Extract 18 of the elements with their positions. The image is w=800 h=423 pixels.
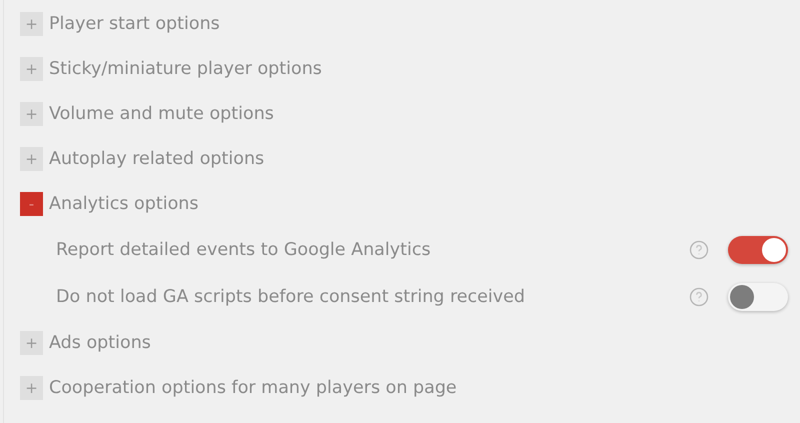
section-title: Ads options bbox=[49, 332, 151, 352]
section-title: Autoplay related options bbox=[49, 148, 264, 168]
expand-toggle[interactable]: + bbox=[20, 146, 43, 170]
toggle-switch[interactable] bbox=[728, 282, 788, 310]
section-title: Player start options bbox=[49, 14, 220, 34]
expand-toggle[interactable]: + bbox=[20, 12, 43, 36]
section-title: Cooperation options for many players on page bbox=[49, 378, 457, 398]
setting-label: Report detailed events to Google Analytics bbox=[56, 240, 432, 260]
expand-toggle[interactable]: + bbox=[20, 376, 43, 400]
expand-toggle[interactable]: + bbox=[20, 56, 43, 80]
setting-label: Do not load GA scripts before consent string received bbox=[56, 286, 526, 306]
expand-toggle[interactable]: - bbox=[20, 192, 43, 216]
expand-toggle[interactable]: + bbox=[20, 102, 43, 126]
toggle-switch[interactable] bbox=[728, 236, 788, 264]
expand-toggle[interactable]: + bbox=[20, 330, 43, 354]
section-title: Sticky/miniature player options bbox=[49, 58, 322, 78]
section-title: Volume and mute options bbox=[49, 104, 274, 124]
section-title: Analytics options bbox=[49, 194, 198, 214]
